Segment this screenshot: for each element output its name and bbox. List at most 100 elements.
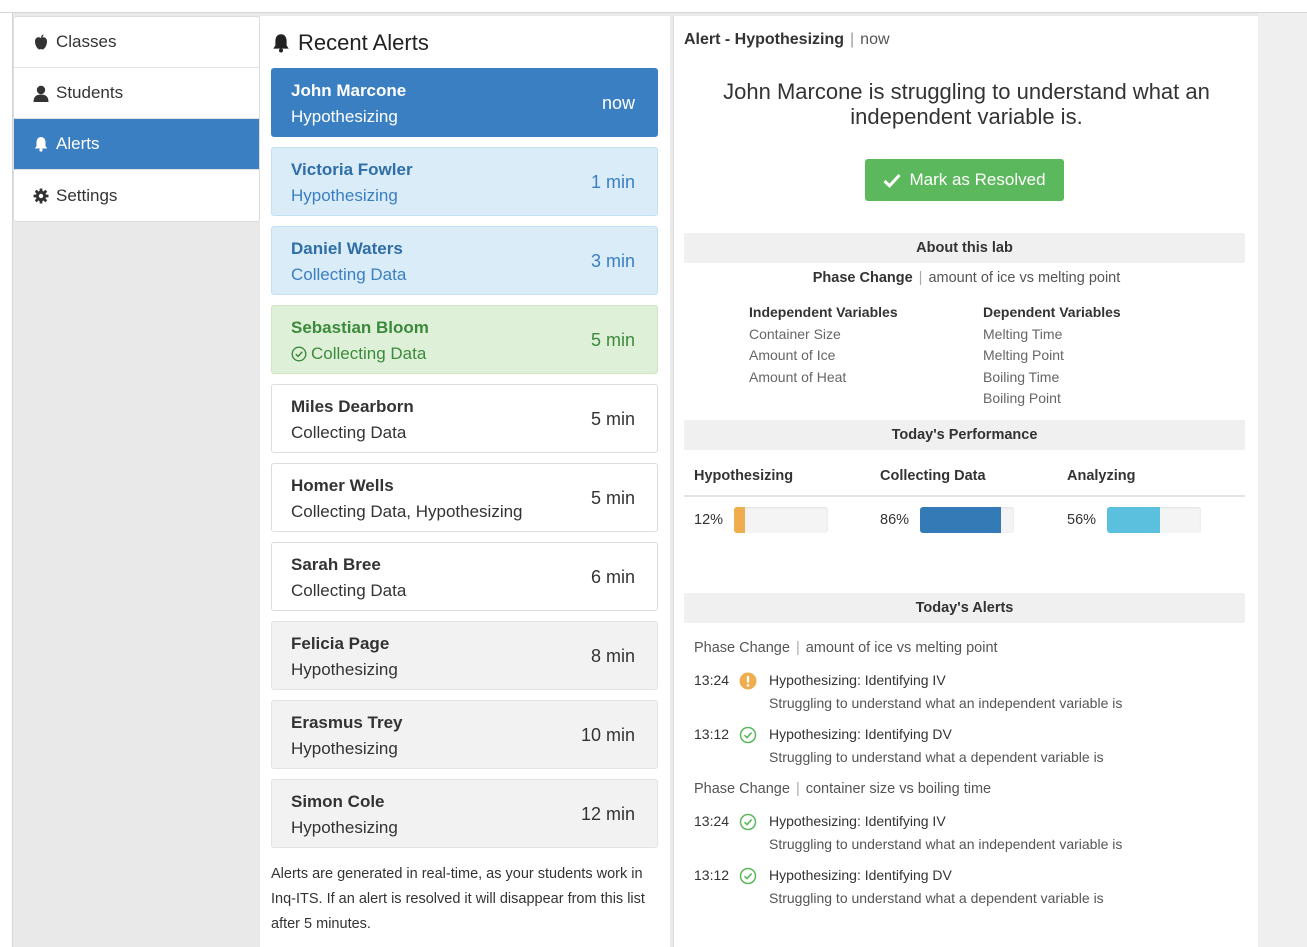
- recent-alerts-panel: Recent Alerts John Marcone Hypothesizing…: [260, 16, 670, 947]
- recent-alerts-title: Recent Alerts: [272, 30, 429, 56]
- progress-bar: [734, 507, 828, 533]
- student-name: Homer Wells: [291, 476, 394, 495]
- log-title: Hypothesizing: Identifying DV: [769, 867, 952, 883]
- alert-card[interactable]: Homer Wells Collecting Data, Hypothesizi…: [271, 463, 658, 532]
- alert-detail-panel: Alert - Hypothesizing | now John Marcone i…: [673, 16, 1259, 947]
- separator: |: [850, 31, 855, 48]
- alert-time: 5 min: [590, 488, 635, 508]
- alert-phase-text: Collecting Data: [311, 344, 427, 363]
- alert-card[interactable]: Simon Cole Hypothesizing 12 min: [271, 779, 658, 848]
- performance-percent: 12%: [694, 512, 724, 528]
- dependent-variables: Dependent Variables Melting Time Melting…: [983, 302, 1121, 410]
- lab-name: Phase Change: [694, 781, 790, 797]
- top-border: [0, 0, 1307, 13]
- alert-card[interactable]: John Marcone Hypothesizing now: [271, 68, 658, 137]
- alert-message: John Marcone is struggling to understand…: [723, 79, 1210, 129]
- variable-item: Amount of Heat: [749, 368, 847, 385]
- sidebar-item-label: Students: [56, 83, 124, 102]
- performance-collecting-data: 86%: [880, 507, 1014, 533]
- student-name: Felicia Page: [291, 634, 390, 653]
- student-name: John Marcone: [291, 81, 407, 100]
- performance-label: Hypothesizing: [694, 468, 794, 484]
- alert-phase: Collecting Data: [291, 581, 406, 601]
- alert-card[interactable]: Erasmus Trey Hypothesizing 10 min: [271, 700, 658, 769]
- alert-phase-text: Collecting Data, Hypothesizing: [291, 502, 523, 521]
- alert-card[interactable]: Daniel Waters Collecting Data 3 min: [271, 226, 658, 295]
- log-time: 13:24: [694, 672, 730, 688]
- alert-phase: Collecting Data, Hypothesizing: [291, 502, 523, 522]
- user-icon: [32, 85, 50, 102]
- log-description: Struggling to understand what a dependen…: [769, 749, 1104, 765]
- alert-time: 6 min: [590, 567, 635, 587]
- independent-variables: Independent Variables Container Size Amo…: [749, 302, 898, 388]
- alert-phase-text: Hypothesizing: [291, 107, 398, 126]
- alert-time: 12 min: [580, 804, 635, 824]
- alert-card[interactable]: Felicia Page Hypothesizing 8 min: [271, 621, 658, 690]
- variable-item: Amount of Ice: [749, 347, 836, 363]
- alert-time: 8 min: [590, 646, 635, 666]
- performance-percent: 86%: [880, 512, 910, 528]
- sidebar-nav: Classes Students Alerts Settings: [13, 16, 260, 222]
- student-name: Victoria Fowler: [291, 160, 413, 179]
- alert-time: 5 min: [590, 330, 635, 350]
- sidebar-item-students[interactable]: Students: [14, 68, 259, 119]
- recent-alerts-title-text: Recent Alerts: [298, 30, 429, 55]
- alert-card[interactable]: Miles Dearborn Collecting Data 5 min: [271, 384, 658, 453]
- alert-card[interactable]: Victoria Fowler Hypothesizing 1 min: [271, 147, 658, 216]
- checkmark-icon: [883, 173, 902, 188]
- alert-log-group: Phase Change | container size vs boiling t…: [694, 781, 991, 797]
- alert-phase: Collecting Data: [291, 423, 406, 443]
- log-time: 13:12: [694, 726, 730, 742]
- dependent-variables-title: Dependent Variables: [983, 304, 1121, 320]
- right-margin: [1258, 13, 1307, 947]
- gear-icon: [32, 188, 50, 204]
- alert-phase: Hypothesizing: [291, 739, 398, 759]
- apple-icon: [32, 34, 50, 50]
- log-time: 13:24: [694, 813, 730, 829]
- alert-card[interactable]: Sarah Bree Collecting Data 6 min: [271, 542, 658, 611]
- lab-name: Phase Change: [812, 270, 913, 286]
- mark-as-resolved-button[interactable]: Mark as Resolved: [865, 159, 1064, 201]
- performance-header: Today's Performance: [684, 420, 1245, 450]
- alert-card[interactable]: Sebastian Bloom Collecting Data 5 min: [271, 305, 658, 374]
- lab-name: Phase Change: [694, 640, 790, 656]
- sidebar-item-label: Classes: [56, 32, 117, 51]
- alert-log-group: Phase Change | amount of ice vs melting po…: [694, 640, 998, 656]
- alert-time: 3 min: [590, 251, 635, 271]
- student-name: Sarah Bree: [291, 555, 381, 574]
- variable-item: Container Size: [749, 325, 841, 342]
- sidebar-item-alerts[interactable]: Alerts: [14, 119, 259, 170]
- bell-icon: [32, 136, 50, 152]
- alert-detail-label: Alert - Hypothesizing: [684, 31, 845, 48]
- student-name: Miles Dearborn: [291, 397, 414, 416]
- separator: |: [795, 640, 800, 656]
- sidebar-item-classes[interactable]: Classes: [14, 17, 259, 68]
- performance-label: Collecting Data: [880, 468, 986, 484]
- check-circle-icon: [739, 813, 757, 831]
- separator: |: [795, 781, 800, 797]
- alert-phase-text: Collecting Data: [291, 423, 407, 442]
- alert-phase: Collecting Data: [291, 265, 406, 285]
- mark-as-resolved-label: Mark as Resolved: [909, 170, 1046, 189]
- variable-item: Boiling Time: [983, 368, 1060, 385]
- check-circle-icon: [739, 867, 757, 885]
- log-title: Hypothesizing: Identifying DV: [769, 726, 952, 742]
- lab-description: amount of ice vs melting point: [805, 640, 998, 656]
- student-name: Sebastian Bloom: [291, 318, 429, 337]
- variable-item: Boiling Point: [983, 390, 1061, 406]
- warning-icon: [739, 672, 757, 690]
- alert-detail-time: now: [860, 31, 890, 48]
- alerts-footnote: Alerts are generated in real-time, as yo…: [271, 866, 645, 932]
- performance-label: Analyzing: [1067, 468, 1136, 484]
- sidebar-item-settings[interactable]: Settings: [14, 170, 259, 221]
- performance-hypothesizing: 12%: [694, 507, 828, 533]
- student-name: Erasmus Trey: [291, 713, 403, 732]
- progress-fill: [1107, 507, 1160, 533]
- sidebar-item-label: Alerts: [56, 134, 100, 153]
- performance-analyzing: 56%: [1067, 507, 1201, 533]
- variable-item: Melting Time: [983, 325, 1063, 342]
- log-title: Hypothesizing: Identifying IV: [769, 672, 946, 688]
- alert-time: now: [601, 93, 635, 113]
- alert-phase: Hypothesizing: [291, 107, 398, 127]
- alert-phase: Collecting Data: [291, 344, 426, 364]
